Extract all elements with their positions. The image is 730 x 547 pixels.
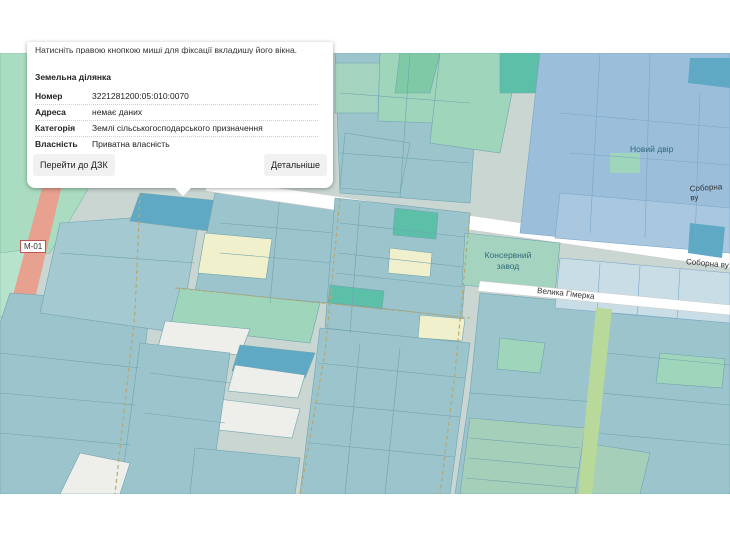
row-label: Власність	[35, 139, 78, 149]
popup-row-number: Номер 3221281200:05:010:0070	[35, 90, 318, 105]
popup-title: Земельна ділянка	[35, 72, 112, 82]
popup-row-address: Адреса немає даних	[35, 106, 318, 121]
street-label-sobornaia-north: Соборна ву	[689, 182, 723, 203]
parcel-info-popup: Натисніть правою кнопкою миші для фіксац…	[27, 42, 333, 188]
road-shield-m01: М-01	[20, 240, 47, 253]
row-label: Категорія	[35, 123, 76, 133]
place-label-novyi-dvir: Новий двір	[630, 144, 674, 154]
go-to-dzk-button[interactable]: Перейти до ДЗК	[33, 154, 115, 176]
place-label-line: завод	[496, 261, 520, 271]
popup-row-category: Категорія Землі сільськогосподарського п…	[35, 122, 318, 137]
popup-hint-text: Натисніть правою кнопкою миші для фіксац…	[35, 46, 298, 54]
row-label: Адреса	[35, 107, 66, 117]
row-value: 3221281200:05:010:0070	[92, 91, 189, 101]
details-button[interactable]: Детальніше	[264, 154, 327, 176]
popup-pointer	[174, 187, 192, 196]
popup-row-ownership: Власність Приватна власність	[35, 138, 318, 152]
row-label: Номер	[35, 91, 63, 101]
row-value: Землі сільськогосподарського призначення	[92, 123, 263, 133]
place-label-konservnyi-zavod: Консервний завод	[478, 250, 538, 272]
row-value: Приватна власність	[92, 139, 170, 149]
place-label-line: Консервний	[484, 250, 532, 260]
row-value: немає даних	[92, 107, 143, 117]
